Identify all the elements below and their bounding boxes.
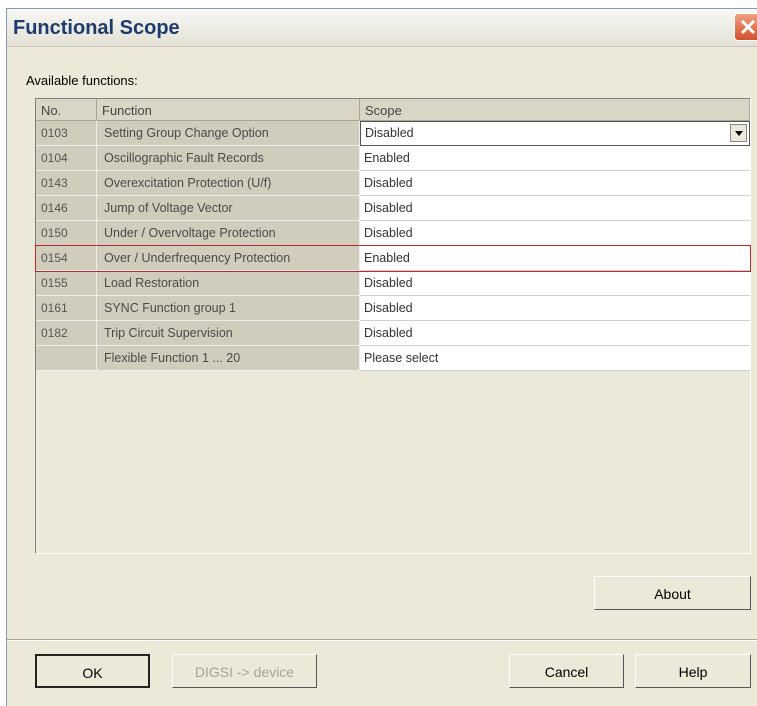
column-header-function[interactable]: Function: [97, 99, 360, 121]
cell-scope[interactable]: Enabled: [360, 246, 750, 271]
cell-function: Over / Underfrequency Protection: [97, 246, 360, 271]
cell-no: 0155: [36, 271, 97, 296]
cell-no: 0103: [36, 121, 97, 146]
dropdown-arrow-button[interactable]: [730, 124, 747, 142]
table-row[interactable]: 0103 Setting Group Change Option Disabled: [36, 121, 750, 146]
cell-function: Load Restoration: [97, 271, 360, 296]
divider: [7, 639, 757, 641]
table-row[interactable]: 0154 Over / Underfrequency Protection Enab…: [35, 245, 751, 272]
cell-function: Overexcitation Protection (U/f): [97, 171, 360, 196]
table-row[interactable]: 0161 SYNC Function group 1 Disabled: [36, 296, 750, 321]
cell-no: 0104: [36, 146, 97, 171]
cell-no: 0182: [36, 321, 97, 346]
cell-no: 0150: [36, 221, 97, 246]
help-button[interactable]: Help: [635, 654, 751, 688]
table-row[interactable]: 0182 Trip Circuit Supervision Disabled: [36, 321, 750, 346]
table-row[interactable]: 0150 Under / Overvoltage Protection Disabl…: [36, 221, 750, 246]
cell-scope[interactable]: Disabled: [360, 321, 750, 346]
close-button[interactable]: [734, 13, 757, 41]
cell-function: Under / Overvoltage Protection: [97, 221, 360, 246]
table-row[interactable]: 0143 Overexcitation Protection (U/f) Disab…: [36, 171, 750, 196]
about-button[interactable]: About: [594, 576, 751, 610]
cell-function: Oscillographic Fault Records: [97, 146, 360, 171]
table-row[interactable]: Flexible Function 1 ... 20 Please select: [36, 346, 750, 371]
scope-dropdown-value: Disabled: [365, 126, 414, 140]
cell-scope[interactable]: Disabled: [360, 171, 750, 196]
cell-function: Setting Group Change Option: [97, 121, 360, 146]
cell-no: 0146: [36, 196, 97, 221]
dialog-title: Functional Scope: [13, 17, 180, 39]
cell-scope[interactable]: Disabled: [360, 196, 750, 221]
column-header-scope[interactable]: Scope: [360, 99, 750, 121]
table-row[interactable]: 0155 Load Restoration Disabled: [36, 271, 750, 296]
cancel-button[interactable]: Cancel: [509, 654, 624, 688]
functional-scope-dialog: Functional Scope Available functions: No…: [6, 8, 757, 706]
cell-scope[interactable]: Enabled: [360, 146, 750, 171]
cell-no: 0154: [36, 246, 97, 271]
cell-no: 0161: [36, 296, 97, 321]
column-header-no[interactable]: No.: [36, 99, 97, 121]
close-icon: [740, 19, 756, 35]
cell-no: [36, 346, 97, 371]
cell-function: SYNC Function group 1: [97, 296, 360, 321]
table-row[interactable]: 0146 Jump of Voltage Vector Disabled: [36, 196, 750, 221]
ok-button[interactable]: OK: [35, 654, 150, 688]
cell-function: Trip Circuit Supervision: [97, 321, 360, 346]
cell-function: Flexible Function 1 ... 20: [97, 346, 360, 371]
chevron-down-icon: [735, 131, 743, 136]
functions-grid: No. Function Scope 0103 Setting Group Cha…: [35, 98, 751, 554]
scope-dropdown[interactable]: Disabled: [360, 121, 750, 146]
cell-scope[interactable]: Disabled: [360, 296, 750, 321]
title-bar: Functional Scope: [7, 9, 757, 47]
cell-no: 0143: [36, 171, 97, 196]
cell-function: Jump of Voltage Vector: [97, 196, 360, 221]
digsi-to-device-button[interactable]: DIGSI -> device: [172, 654, 317, 688]
cell-scope[interactable]: Please select: [360, 346, 750, 371]
cell-scope[interactable]: Disabled: [360, 271, 750, 296]
cell-scope[interactable]: Disabled: [360, 221, 750, 246]
table-row[interactable]: 0104 Oscillographic Fault Records Enabled: [36, 146, 750, 171]
available-functions-label: Available functions:: [26, 73, 138, 88]
